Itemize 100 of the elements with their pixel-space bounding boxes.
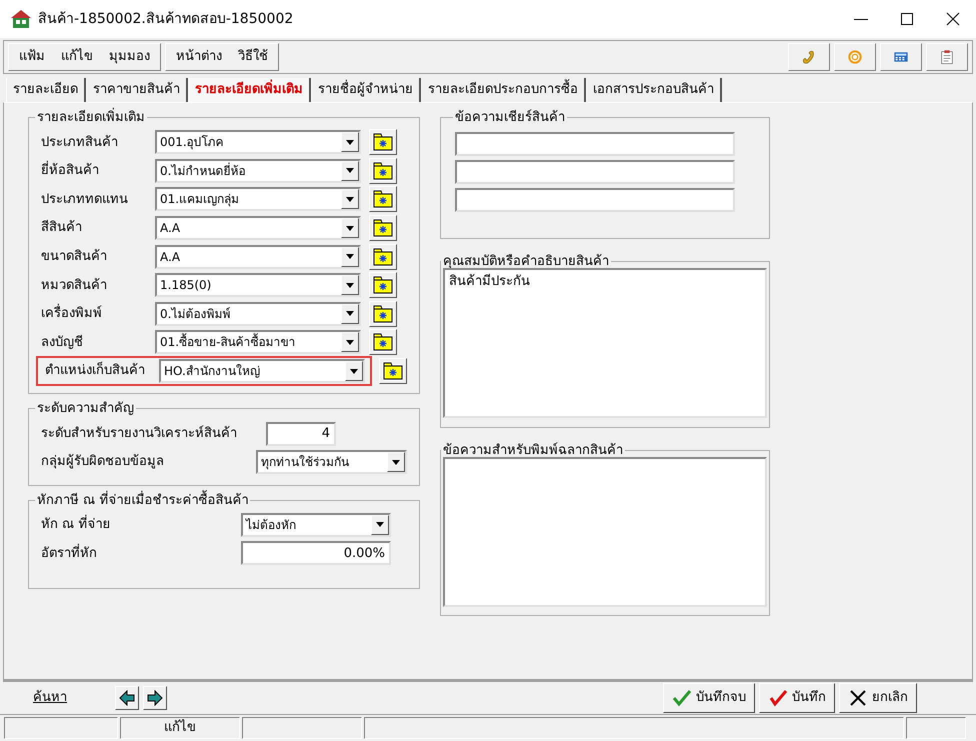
folder-icon (382, 361, 404, 382)
field-label: ลงบัญชี (41, 334, 84, 352)
menu-item[interactable]: แฟ้ม (17, 47, 47, 67)
folder-button[interactable] (369, 300, 397, 327)
field-label: ประเภทสินค้า (41, 134, 119, 152)
tab[interactable]: รายชื่อผู้จำหน่าย (311, 78, 421, 102)
folder-icon (372, 189, 394, 210)
dropdown-arrow-button[interactable] (341, 160, 359, 181)
menu-item[interactable]: วิธีใช้ (236, 47, 270, 67)
caret-icon (346, 226, 354, 231)
input-field[interactable]: 4 (266, 422, 336, 446)
folder-button[interactable] (369, 215, 397, 242)
input-field[interactable] (455, 188, 735, 212)
tab[interactable]: รายละเอียดประกอบการซื้อ (421, 78, 586, 102)
text-area[interactable]: สินค้ามีประกัน (443, 268, 767, 418)
menu-item[interactable]: มุมมอง (107, 47, 152, 67)
dropdown-arrow-button[interactable] (345, 361, 363, 382)
folder-button[interactable] (369, 129, 397, 156)
close-icon (848, 688, 868, 708)
caret-icon (346, 254, 354, 260)
save-button[interactable]: บันทึก (759, 683, 835, 713)
dropdown-arrow-button[interactable] (341, 132, 359, 152)
caret-icon (346, 282, 354, 288)
dropdown-field[interactable]: ทุกท่านใช้ร่วมกัน (256, 450, 407, 474)
input-field[interactable] (455, 160, 735, 184)
folder-button[interactable] (369, 244, 397, 270)
save-close-button[interactable]: บันทึกจบ (663, 683, 755, 713)
folder-icon (372, 332, 394, 352)
dropdown-field[interactable]: ไม่ต้องหัก (241, 512, 391, 537)
group-title: คุณสมบัติหรือคำอธิบายสินค้า (442, 255, 610, 268)
tab[interactable]: เอกสารประกอบสินค้า (586, 78, 722, 102)
dropdown-arrow-button[interactable] (341, 189, 359, 210)
folder-button[interactable] (369, 186, 397, 212)
group-title: ระดับความสำคัญ (36, 402, 135, 416)
field-label: หัก ณ ที่จ่าย (41, 515, 241, 535)
field-label: ประเภททดแทน (41, 190, 129, 209)
forward-button[interactable] (143, 686, 167, 710)
tab[interactable]: ราคาขายสินค้า (86, 78, 188, 102)
search-link[interactable]: ค้นหา (33, 688, 67, 708)
caret-icon (346, 196, 354, 202)
status-bar-panel (906, 716, 966, 738)
field-label: ขนาดสินค้า (41, 248, 108, 266)
dropdown-field[interactable]: 1.185(0) (155, 273, 361, 298)
folder-button[interactable] (369, 272, 397, 298)
check-icon (672, 688, 692, 708)
back-button[interactable] (115, 686, 139, 710)
window-title: สินค้า-1850002.สินค้าทดสอบ-1850002 (38, 10, 294, 28)
folder-icon (372, 160, 394, 181)
cancel-button[interactable]: ยกเลิก (839, 683, 917, 713)
dropdown-arrow-button[interactable] (341, 246, 359, 267)
input-field[interactable] (455, 132, 735, 156)
field-label: เครื่องพิมพ์ (41, 304, 155, 324)
dropdown-arrow-button[interactable] (341, 304, 359, 324)
dropdown-field[interactable]: 01.ซื้อขาย-สินค้าซื้อมาขา (155, 330, 361, 354)
dropdown-arrow-button[interactable] (341, 332, 359, 352)
caret-icon (346, 311, 354, 316)
dropdown-field[interactable]: 001.อุปโภค (155, 130, 361, 154)
tab[interactable]: รายละเอียดเพิ่มเติม (188, 78, 311, 102)
arrow-right-icon (147, 690, 163, 706)
folder-icon (372, 218, 394, 238)
group-title: ข้อความสำหรับพิมพ์ฉลากสินค้า (442, 444, 624, 456)
field-label: สีสินค้า (41, 218, 83, 238)
field-label: ยี่ห้อสินค้า (41, 161, 155, 181)
dropdown-arrow-button[interactable] (341, 275, 359, 296)
close-icon (945, 11, 961, 27)
status-bar-panel: แก้ไข (120, 716, 240, 738)
field-label: หมวดสินค้า (41, 276, 108, 295)
caret-icon (346, 340, 354, 345)
dropdown-field[interactable]: 0.ไม่ต้องพิมพ์ (155, 302, 361, 326)
dropdown-arrow-button[interactable] (341, 218, 359, 238)
field-label: ตำแหน่งเก็บสินค้า (45, 361, 146, 380)
caret-icon (376, 522, 384, 528)
dropdown-field[interactable]: 01.แคมเญกลุ่ม (155, 187, 361, 212)
caret-icon (392, 460, 400, 465)
app-icon (10, 8, 32, 30)
dropdown-arrow-button[interactable] (387, 452, 405, 472)
folder-button[interactable] (369, 329, 397, 356)
dropdown-field[interactable]: HO.สำนักงานใหญ่ (159, 359, 365, 384)
field-label: อัตราที่หัก (41, 544, 98, 563)
menu-item[interactable]: หน้าต่าง (174, 47, 224, 67)
folder-button[interactable] (379, 358, 407, 384)
dropdown-field[interactable]: 0.ไม่กำหนดยี่ห้อ (155, 158, 361, 183)
folder-icon (372, 275, 394, 296)
menu-item[interactable]: แก้ไข (59, 47, 95, 67)
minimize-icon (854, 18, 868, 20)
dropdown-arrow-button[interactable] (371, 514, 389, 535)
folder-icon (372, 246, 394, 267)
caret-icon (350, 368, 358, 374)
dropdown-field[interactable]: A.A (155, 244, 361, 269)
maximize-icon (899, 11, 915, 27)
group-title: ข้อความเชียร์สินค้า (454, 111, 566, 124)
field-label: ระดับสำหรับรายงานวิเคราะห์สินค้า (41, 424, 238, 443)
folder-button[interactable] (369, 158, 397, 184)
tab[interactable]: รายละเอียด (6, 78, 86, 102)
check-icon (768, 688, 788, 708)
input-field[interactable]: 0.00% (241, 541, 391, 566)
folder-icon (372, 304, 394, 324)
dropdown-field[interactable]: A.A (155, 216, 361, 240)
folder-icon (372, 132, 394, 152)
field-label: กลุ่มผู้รับผิดชอบข้อมูล (41, 453, 165, 472)
